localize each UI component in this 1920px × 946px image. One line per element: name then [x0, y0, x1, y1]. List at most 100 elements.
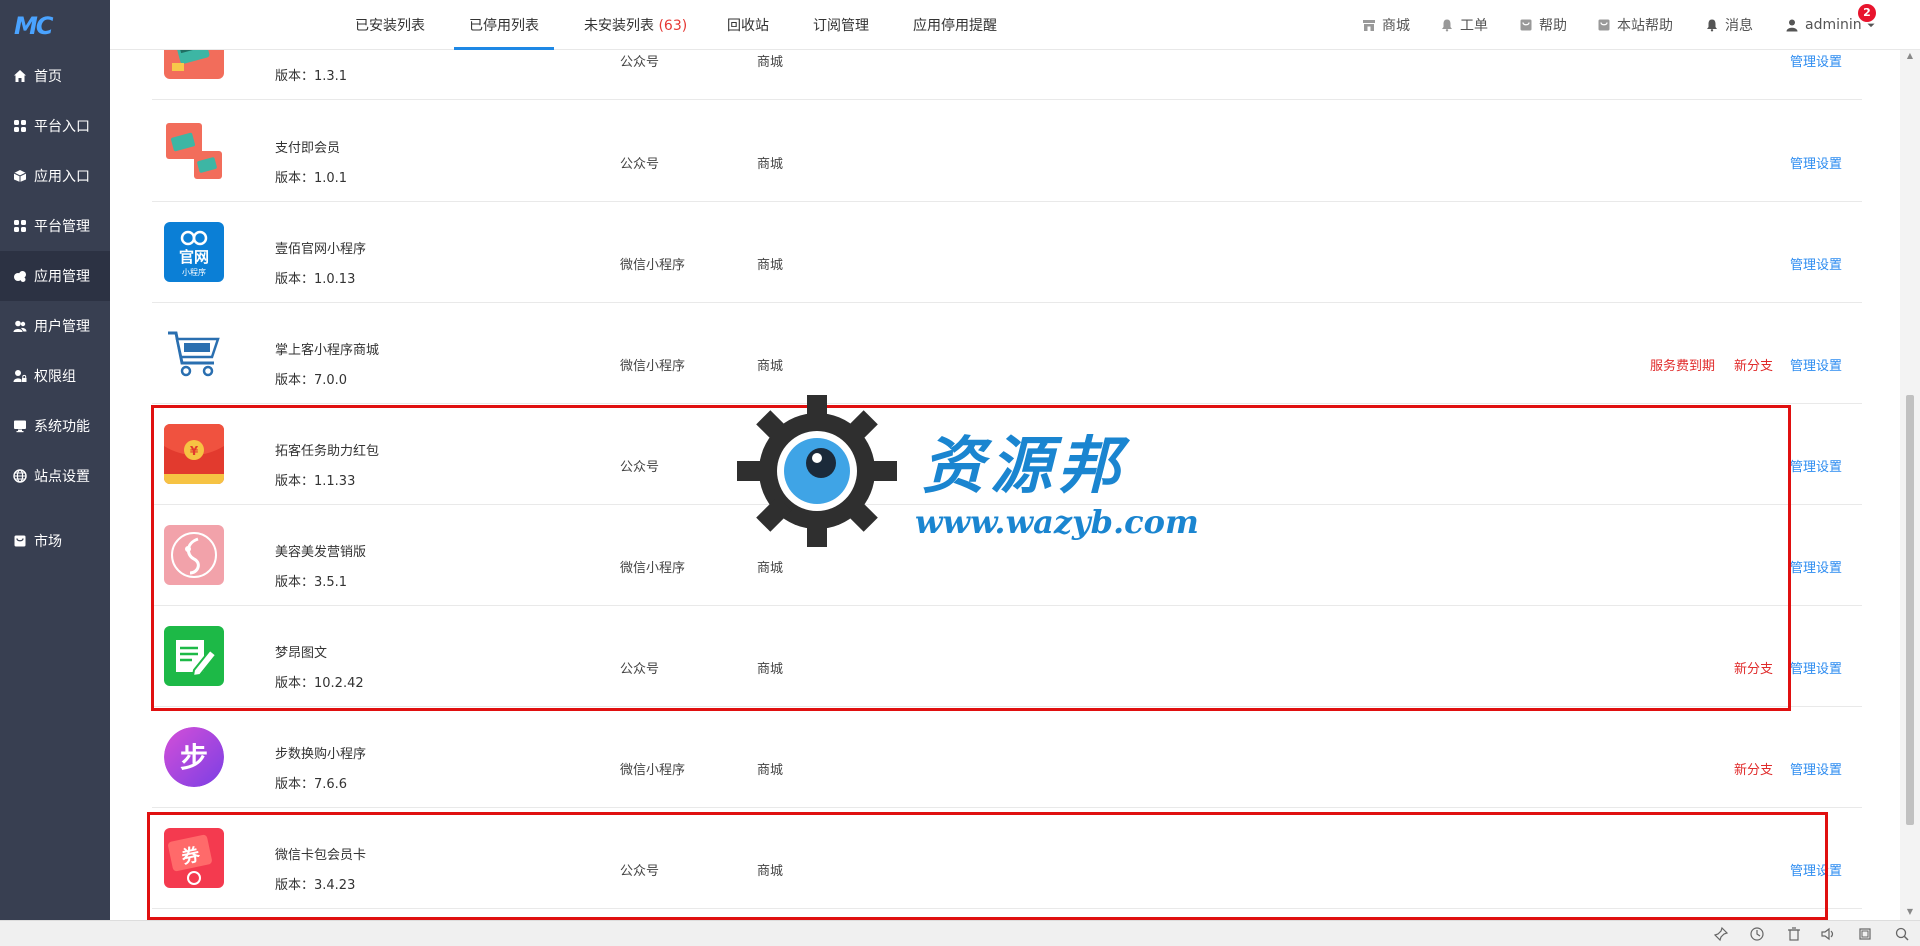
app-name: 拓客任务助力红包 — [275, 444, 380, 459]
scroll-up-arrow[interactable]: ▲ — [1905, 52, 1915, 60]
sidebar-item-app-entry[interactable]: 应用入口 — [0, 151, 110, 201]
app-name: 壹佰官网小程序 — [275, 242, 367, 257]
svg-text:¥: ¥ — [190, 444, 199, 458]
app-type: 微信小程序 — [620, 763, 686, 778]
watermark-title: 资源邦 — [922, 429, 1127, 502]
site-help-icon — [1598, 19, 1610, 31]
notification-bell-icon — [1707, 19, 1717, 32]
app-category: 商城 — [757, 561, 784, 576]
header-ticket-link[interactable]: 工单 — [1440, 0, 1488, 50]
bell-icon — [1442, 19, 1452, 32]
app-category: 商城 — [757, 662, 784, 677]
manage-settings-link[interactable]: 管理设置 — [1790, 51, 1842, 70]
app-version: 版本：10.2.42 — [275, 676, 364, 691]
tab-recycle-bin[interactable]: 回收站 — [727, 0, 769, 50]
tab-installed[interactable]: 已安装列表 — [355, 0, 425, 50]
app-type: 公众号 — [620, 864, 660, 879]
scroll-down-arrow[interactable]: ▼ — [1905, 908, 1915, 916]
not-installed-count: (63) — [658, 18, 688, 34]
manage-settings-link[interactable]: 管理设置 — [1790, 254, 1842, 273]
user-icon — [1786, 19, 1798, 32]
header-messages-link[interactable]: 消息 — [1705, 0, 1753, 50]
tab-disable-reminder[interactable]: 应用停用提醒 — [913, 0, 997, 50]
tab-not-installed[interactable]: 未安装列表 (63) — [584, 0, 687, 50]
scroll-thumb[interactable] — [1906, 395, 1914, 825]
header-help-link[interactable]: 帮助 — [1519, 0, 1567, 50]
app-type: 微信小程序 — [620, 561, 686, 576]
manage-settings-link[interactable]: 管理设置 — [1790, 456, 1842, 475]
sidebar-item-app-manage[interactable]: 应用管理 — [0, 251, 110, 301]
sidebar: MC 首页 平台入口 应用入口 平台管理 应用管理 用户管理 权限组 系统功能 … — [0, 0, 110, 946]
sidebar-item-user-manage[interactable]: 用户管理 — [0, 301, 110, 351]
vertical-scrollbar[interactable]: ▲ ▼ — [1900, 50, 1920, 920]
user-menu[interactable]: adminin — [1785, 0, 1876, 50]
app-version: 版本：1.0.13 — [275, 272, 356, 287]
sidebar-item-home[interactable]: 首页 — [0, 51, 110, 101]
sidebar-item-platform-entry[interactable]: 平台入口 — [0, 101, 110, 151]
cubes-icon — [13, 269, 27, 283]
app-version: 版本：3.5.1 — [275, 575, 348, 590]
red-packet-icon: ¥ — [164, 424, 224, 484]
app-category: 商城 — [757, 157, 784, 172]
app-version: 版本：7.0.0 — [275, 373, 348, 388]
svg-text:小程序: 小程序 — [182, 267, 206, 277]
sidebar-item-market[interactable]: 市场 — [0, 516, 110, 566]
app-type: 公众号 — [620, 662, 660, 677]
steps-icon: 步 — [164, 727, 224, 787]
app-row: 支付即会员 版本：1.0.1 公众号 商城 管理设置 — [152, 101, 1862, 202]
app-category: 商城 — [757, 763, 784, 778]
users-icon — [13, 319, 27, 333]
watermark: 资源邦 www.wazyb.com — [737, 395, 1199, 555]
app-version: 版本：1.0.1 — [275, 171, 348, 186]
app-row: 梦昂图文 版本：10.2.42 公众号 商城 新分支 管理设置 — [152, 606, 1862, 707]
svg-text:步: 步 — [180, 741, 208, 774]
tab-subscription[interactable]: 订阅管理 — [813, 0, 869, 50]
manage-settings-link[interactable]: 管理设置 — [1790, 153, 1842, 172]
app-version: 版本：7.6.6 — [275, 777, 348, 792]
new-branch-link[interactable]: 新分支 — [1734, 759, 1773, 778]
sidebar-item-label: 系统功能 — [34, 419, 90, 435]
manage-settings-link[interactable]: 管理设置 — [1790, 557, 1842, 576]
search-icon[interactable] — [1894, 926, 1910, 942]
sidebar-item-label: 平台管理 — [34, 219, 90, 235]
sidebar-item-platform-manage[interactable]: 平台管理 — [0, 201, 110, 251]
beauty-icon — [164, 525, 224, 585]
new-branch-link[interactable]: 新分支 — [1734, 658, 1773, 677]
monitor-icon — [13, 419, 27, 433]
new-branch-link[interactable]: 新分支 — [1734, 355, 1773, 374]
document-edit-icon — [164, 626, 224, 686]
grid-icon — [13, 119, 27, 133]
store-icon — [13, 534, 27, 548]
sidebar-item-system-functions[interactable]: 系统功能 — [0, 401, 110, 451]
sidebar-item-label: 用户管理 — [34, 319, 90, 335]
refresh-icon[interactable] — [1749, 926, 1765, 942]
home-icon — [13, 69, 27, 83]
manage-settings-link[interactable]: 管理设置 — [1790, 355, 1842, 374]
pay-member-icon — [164, 121, 224, 181]
window-icon[interactable] — [1857, 926, 1873, 942]
trash-icon[interactable] — [1786, 926, 1802, 942]
official-site-icon: 官网 小程序 — [164, 222, 224, 282]
header-site-help-link[interactable]: 本站帮助 — [1597, 0, 1673, 50]
app-type: 公众号 — [620, 460, 660, 475]
app-category: 商城 — [757, 55, 784, 70]
app-type: 微信小程序 — [620, 258, 686, 273]
app-version: 版本：3.4.23 — [275, 878, 356, 893]
app-name: 美容美发营销版 — [275, 545, 367, 560]
app-row: 步 步数换购小程序 版本：7.6.6 微信小程序 商城 新分支 管理设置 — [152, 707, 1862, 808]
service-expired-link[interactable]: 服务费到期 — [1650, 355, 1715, 374]
sidebar-item-permission-group[interactable]: 权限组 — [0, 351, 110, 401]
manage-settings-link[interactable]: 管理设置 — [1790, 658, 1842, 677]
tab-disabled[interactable]: 已停用列表 — [469, 0, 539, 50]
volume-icon[interactable] — [1820, 926, 1836, 942]
manage-settings-link[interactable]: 管理设置 — [1790, 860, 1842, 879]
header-shop-link[interactable]: 商城 — [1362, 0, 1410, 50]
svg-text:官网: 官网 — [179, 248, 209, 266]
manage-settings-link[interactable]: 管理设置 — [1790, 759, 1842, 778]
watermark-url: www.wazyb.com — [915, 503, 1199, 541]
logo[interactable]: MC — [14, 12, 53, 40]
globe-icon — [13, 469, 27, 483]
pin-icon[interactable] — [1713, 926, 1729, 942]
sidebar-item-label: 首页 — [34, 69, 62, 85]
sidebar-item-site-settings[interactable]: 站点设置 — [0, 451, 110, 501]
